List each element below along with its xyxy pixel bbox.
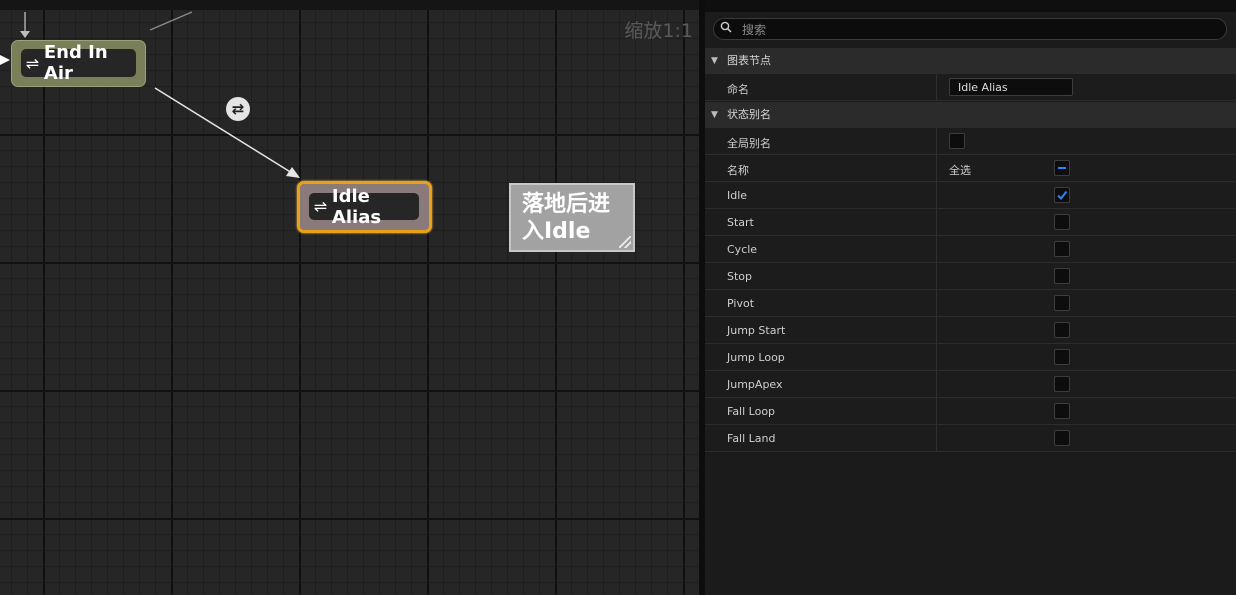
section-title: 图表节点 (727, 54, 771, 67)
state-row: Cycle (705, 236, 1236, 263)
state-row: Start (705, 209, 1236, 236)
column-divider (936, 290, 937, 316)
indeterminate-icon (1058, 167, 1066, 169)
state-checkbox[interactable] (1054, 430, 1070, 446)
comment-box[interactable]: 落地后进入Idle (509, 183, 635, 252)
chevron-down-icon: ▼ (711, 56, 718, 66)
column-divider (936, 155, 937, 181)
state-checkbox[interactable] (1054, 322, 1070, 338)
state-name: Pivot (727, 297, 755, 310)
state-node-title-bar: ⇌ Idle Alias (309, 186, 419, 228)
column-divider (936, 209, 937, 235)
state-name: Fall Loop (727, 405, 776, 418)
state-name: Idle (727, 189, 748, 202)
search-input[interactable] (740, 20, 1214, 40)
left-arrowhead (0, 55, 10, 65)
property-row-names: 名称 全选 (705, 155, 1236, 182)
property-label: 全局别名 (727, 137, 771, 150)
column-divider (936, 344, 937, 370)
state-checkbox[interactable] (1054, 241, 1070, 257)
state-row: Fall Land (705, 425, 1236, 452)
state-checkbox[interactable] (1054, 376, 1070, 392)
state-name: Stop (727, 270, 753, 283)
state-node-title-bar: ⇌ End In Air (21, 42, 136, 84)
property-label: 名称 (727, 164, 749, 177)
column-divider (936, 317, 937, 343)
state-alias-icon: ⇌ (313, 197, 328, 216)
property-row-name: 命名 (705, 74, 1236, 101)
column-divider (936, 398, 937, 424)
details-panel: ▼ 图表节点 命名 ▼ 状态别名 全局别名 名称 全选 Idle Start Cyc… (705, 0, 1236, 595)
state-row: Fall Loop (705, 398, 1236, 425)
transition-wire (154, 87, 293, 174)
state-node-label: Idle Alias (331, 185, 382, 228)
state-checkbox[interactable] (1054, 214, 1070, 230)
state-checkbox[interactable] (1054, 349, 1070, 365)
state-node-label: End In Air (43, 42, 108, 84)
state-name: JumpApex (727, 378, 783, 391)
comment-resize-handle[interactable] (619, 236, 631, 248)
section-header-graph-node[interactable]: ▼ 图表节点 (705, 48, 1236, 74)
state-node-end-in-air[interactable]: ⇌ End In Air (11, 40, 146, 87)
graph-wires (0, 11, 300, 178)
column-divider (936, 74, 937, 100)
state-name: Jump Start (727, 324, 786, 337)
global-alias-checkbox[interactable] (949, 133, 965, 149)
property-label: 命名 (727, 83, 749, 96)
panel-tab-strip (705, 0, 1236, 12)
state-checkbox[interactable] (1054, 268, 1070, 284)
column-divider (936, 263, 937, 289)
search-icon (720, 21, 732, 33)
column-divider (936, 425, 937, 451)
checkmark-icon (1057, 190, 1068, 201)
state-row: Jump Start (705, 317, 1236, 344)
outgoing-wire-top (149, 11, 193, 31)
graph-canvas[interactable]: 缩放1:1 ⇌ End In Air ⇄ ⇌ Idle Alias 落地后进入I… (0, 0, 699, 595)
section-header-state-alias[interactable]: ▼ 状态别名 (705, 102, 1236, 128)
comment-text: 落地后进入Idle (522, 192, 611, 244)
state-name: Start (727, 216, 754, 229)
state-row: Idle (705, 182, 1236, 209)
state-row: Pivot (705, 290, 1236, 317)
state-checkbox[interactable] (1054, 403, 1070, 419)
state-row: Jump Loop (705, 344, 1236, 371)
state-checkbox[interactable] (1054, 187, 1070, 203)
incoming-arrowhead (20, 31, 30, 38)
transition-rule-icon[interactable]: ⇄ (226, 97, 250, 121)
state-name: Jump Loop (727, 351, 785, 364)
select-all-label: 全选 (949, 164, 971, 177)
state-checkbox[interactable] (1054, 295, 1070, 311)
column-divider (936, 182, 937, 208)
state-node-idle-alias[interactable]: ⇌ Idle Alias (297, 181, 432, 233)
name-field[interactable] (949, 78, 1073, 96)
section-title: 状态别名 (727, 108, 771, 121)
state-name: Cycle (727, 243, 758, 256)
select-all-checkbox[interactable] (1054, 160, 1070, 176)
column-divider (936, 128, 937, 154)
column-divider (936, 236, 937, 262)
state-row: JumpApex (705, 371, 1236, 398)
transition-arrowhead (286, 167, 300, 178)
chevron-down-icon: ▼ (711, 110, 718, 120)
property-row-global-alias: 全局别名 (705, 128, 1236, 155)
state-name: Fall Land (727, 432, 776, 445)
column-divider (936, 371, 937, 397)
search-box[interactable] (713, 18, 1227, 40)
state-row: Stop (705, 263, 1236, 290)
state-alias-icon: ⇌ (25, 53, 40, 73)
